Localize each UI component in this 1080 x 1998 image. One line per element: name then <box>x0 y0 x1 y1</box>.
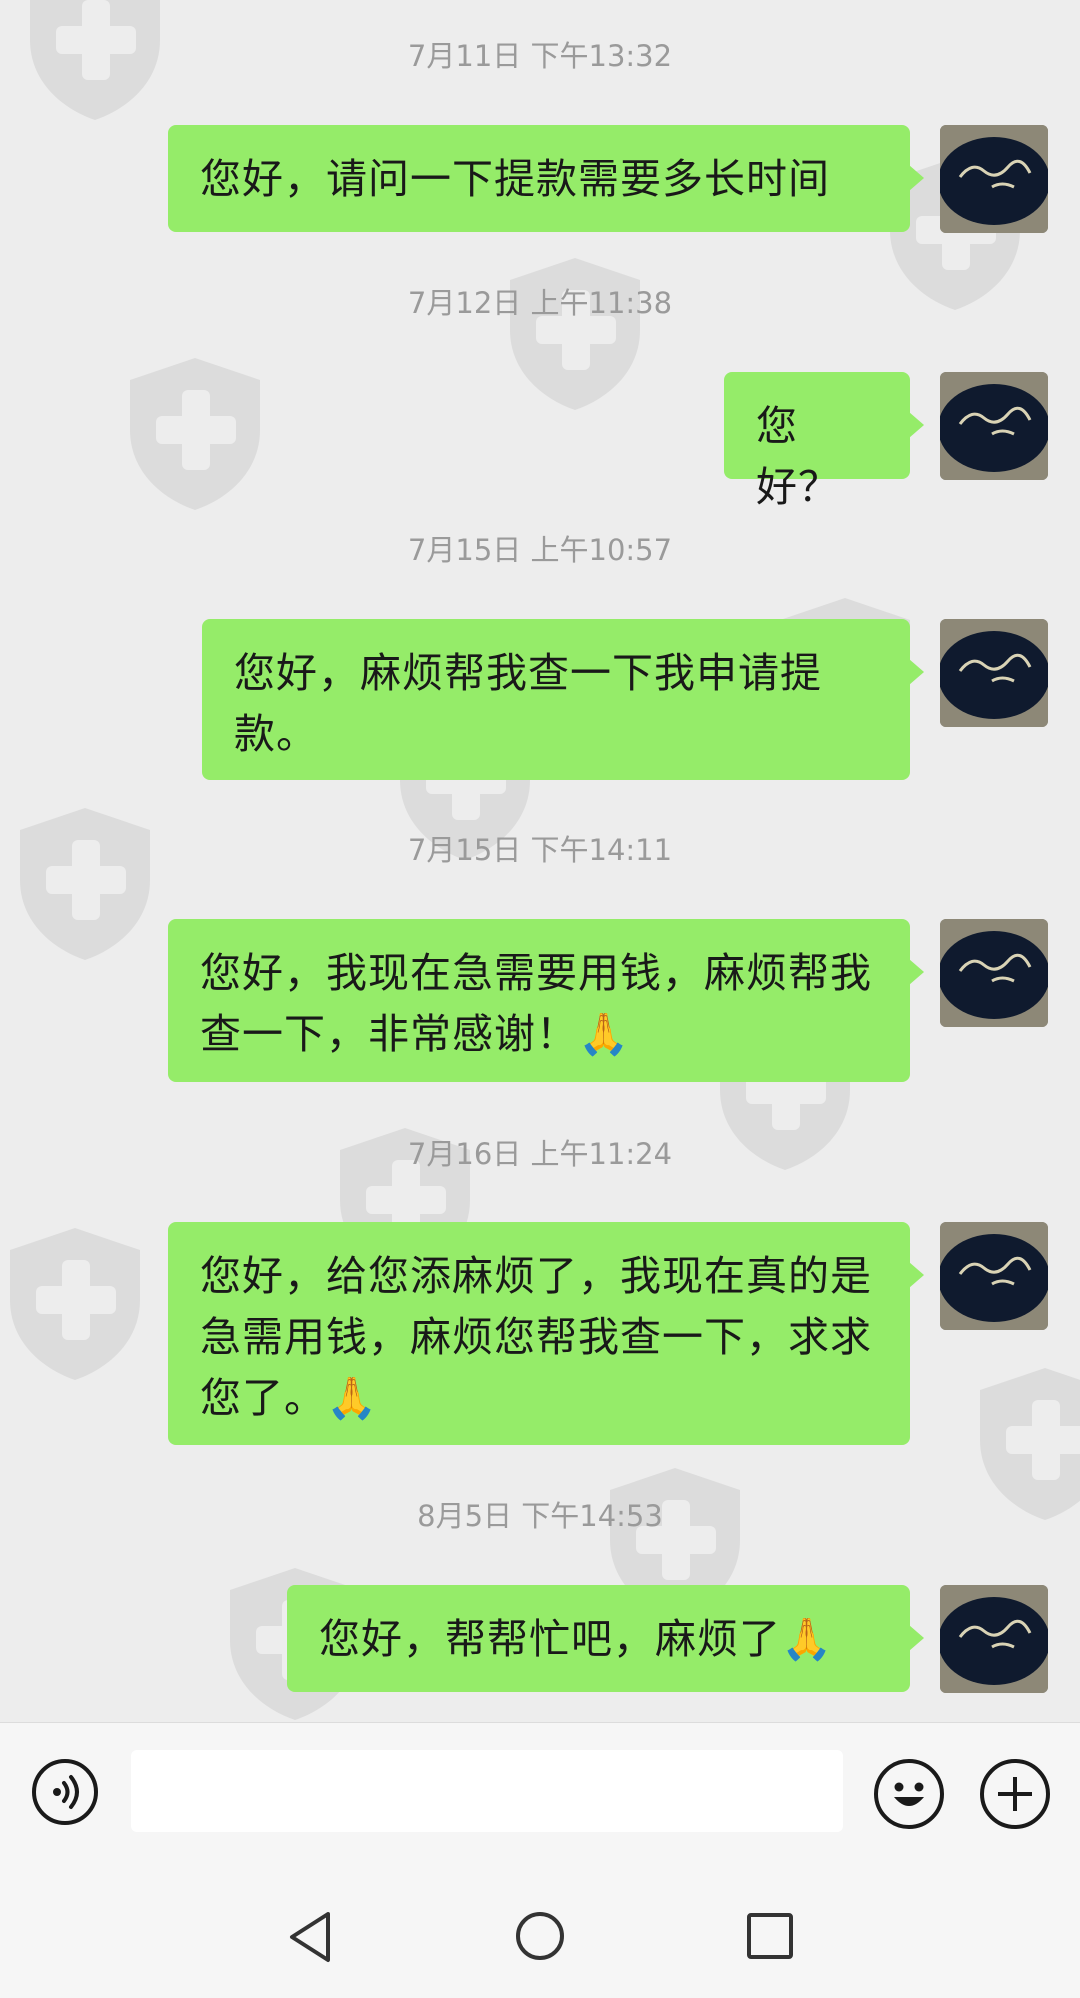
home-icon[interactable] <box>514 1910 566 1962</box>
plus-icon[interactable] <box>980 1759 1050 1829</box>
avatar[interactable] <box>940 619 1048 727</box>
recents-icon[interactable] <box>746 1912 794 1960</box>
message-timestamp: 7月15日 上午10:57 <box>407 533 673 567</box>
voice-icon[interactable] <box>32 1759 98 1825</box>
input-bar <box>0 1722 1080 1859</box>
message-bubble[interactable]: 您好，给您添麻烦了，我现在真的是急需用钱，麻烦您帮我查一下，求求您了。🙏 <box>168 1222 924 1445</box>
emoji-icon[interactable] <box>874 1759 944 1829</box>
message-timestamp: 7月12日 上午11:38 <box>407 286 673 320</box>
avatar[interactable] <box>940 919 1048 1027</box>
message-bubble[interactable]: 您好，请问一下提款需要多长时间 <box>168 125 924 232</box>
message-input[interactable] <box>131 1750 843 1832</box>
avatar[interactable] <box>940 1222 1048 1330</box>
back-icon[interactable] <box>286 1910 334 1964</box>
message-timestamp: 8月5日 下午14:53 <box>417 1499 663 1533</box>
message-timestamp: 7月11日 下午13:32 <box>407 39 673 73</box>
message-bubble[interactable]: 您好？ <box>724 372 924 511</box>
avatar[interactable] <box>940 372 1048 480</box>
avatar[interactable] <box>940 125 1048 233</box>
message-bubble[interactable]: 您好，麻烦帮我查一下我申请提款。 <box>202 619 924 780</box>
message-bubble[interactable]: 您好，我现在急需要用钱，麻烦帮我查一下，非常感谢！🙏 <box>168 919 924 1082</box>
system-nav-bar <box>0 1858 1080 1998</box>
avatar[interactable] <box>940 1585 1048 1693</box>
message-timestamp: 7月16日 上午11:24 <box>407 1137 673 1171</box>
message-timestamp: 7月15日 下午14:11 <box>407 833 673 867</box>
message-bubble[interactable]: 您好，帮帮忙吧，麻烦了🙏 <box>287 1585 924 1692</box>
chat-area[interactable]: 7月11日 下午13:32 您好，请问一下提款需要多长时间 7月12日 上午11… <box>0 0 1080 1722</box>
